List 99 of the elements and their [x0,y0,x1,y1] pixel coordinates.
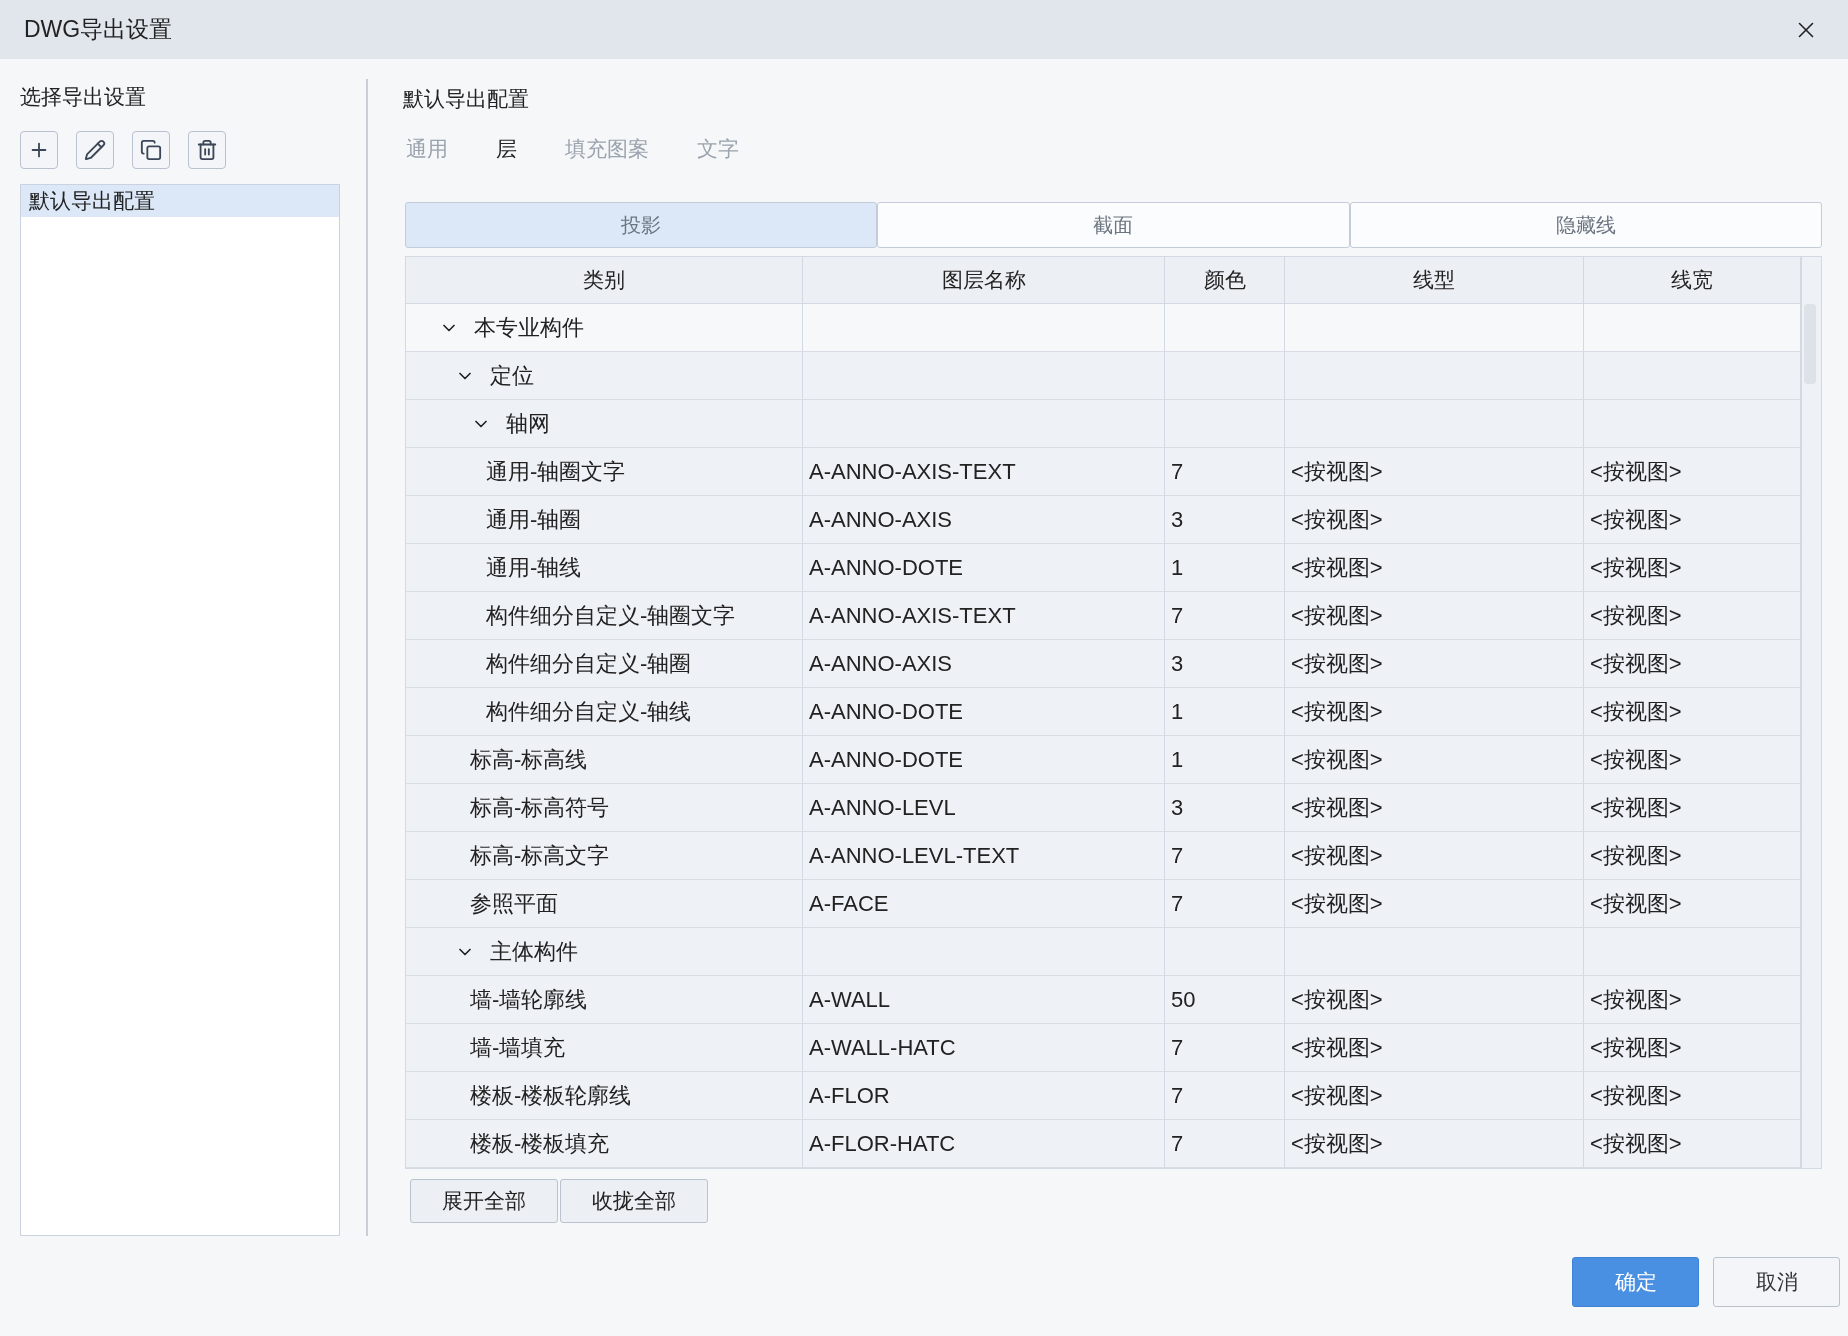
table-cell-text: <按视图> [1590,458,1682,486]
table-cell-text: <按视图> [1590,986,1682,1014]
column-header: 颜色 [1165,257,1285,303]
table-cell-text: 7 [1171,1034,1184,1062]
table-cell-text: 3 [1171,650,1184,678]
column-header: 类别 [406,257,803,303]
table-cell-text: 7 [1171,842,1184,870]
table-cell-text: A-WALL-HATC [809,1034,956,1062]
table-cell-text: 1 [1171,554,1184,582]
category-cell-text: 构件细分自定义-轴线 [486,698,692,726]
table-cell-text: A-ANNO-AXIS-TEXT [809,602,1016,630]
table-cell-text: A-FLOR-HATC [809,1130,956,1158]
table-cell-text: 7 [1171,1130,1184,1158]
table-cell-text: <按视图> [1590,1034,1682,1062]
category-cell-text: 标高-标高线 [470,746,588,774]
table-cell-text: 50 [1171,986,1196,1014]
table-cell-text: A-FLOR [809,1082,890,1110]
category-cell-text: 构件细分自定义-轴圈文字 [486,602,736,630]
table-cell-text: A-ANNO-AXIS [809,506,953,534]
toolbar-button[interactable] [132,130,170,169]
table-cell-text: <按视图> [1590,698,1682,726]
table-cell-text: A-WALL [809,986,891,1014]
table-cell-text: 3 [1171,506,1184,534]
category-cell-text: 构件细分自定义-轴圈 [486,650,692,678]
table-cell-text: A-ANNO-DOTE [809,554,963,582]
trash-icon [196,138,218,161]
table-cell-text: A-ANNO-AXIS [809,650,953,678]
tree-button[interactable]: 展开全部 [410,1179,558,1223]
table-cell-text: <按视图> [1590,506,1682,534]
category-cell-text: 本专业构件 [474,314,584,342]
window-title: DWG导出设置 [24,15,173,45]
cancel-button[interactable]: 取消 [1713,1257,1840,1307]
table-cell-text: <按视图> [1291,794,1383,822]
table-cell-text: <按视图> [1590,842,1682,870]
category-cell-text: 轴网 [506,410,550,438]
table-cell-text: 7 [1171,602,1184,630]
table-cell-text: <按视图> [1291,890,1383,918]
category-cell-text: 墙-墙填充 [470,1034,566,1062]
table-cell-text: 1 [1171,746,1184,774]
table-cell-text: <按视图> [1590,1130,1682,1158]
list-item[interactable]: 默认导出配置 [21,184,339,217]
table-cell-text: <按视图> [1291,554,1383,582]
table-cell-text: 1 [1171,698,1184,726]
toolbar-button[interactable] [76,130,114,169]
table-cell-text: <按视图> [1590,1082,1682,1110]
column-header: 图层名称 [803,257,1165,303]
toolbar-button[interactable] [20,130,58,169]
table-cell-text: <按视图> [1291,746,1383,774]
table-cell-text: <按视图> [1590,746,1682,774]
table-cell-text: <按视图> [1590,650,1682,678]
table-cell-text: <按视图> [1590,794,1682,822]
category-cell-text: 标高-标高符号 [470,794,610,822]
table-cell-text: <按视图> [1291,842,1383,870]
category-cell-text: 墙-墙轮廓线 [470,986,588,1014]
config-title: 默认导出配置 [403,86,530,112]
table-cell-text: <按视图> [1291,458,1383,486]
category-cell-text: 通用-轴圈文字 [486,458,626,486]
tab[interactable]: 通用 [406,132,448,164]
table-cell-text: A-ANNO-DOTE [809,698,963,726]
table-cell-text: <按视图> [1291,602,1383,630]
category-cell-text: 主体构件 [490,938,578,966]
category-cell-text: 楼板-楼板轮廓线 [470,1082,632,1110]
category-cell-text: 标高-标高文字 [470,842,610,870]
category-cell-text: 通用-轴圈 [486,506,582,534]
table-cell-text: 3 [1171,794,1184,822]
table-cell-text: <按视图> [1291,1130,1383,1158]
column-header: 线型 [1285,257,1584,303]
table-cell-text: A-ANNO-LEVL-TEXT [809,842,1020,870]
table-cell-text: 7 [1171,458,1184,486]
tree-button[interactable]: 收拢全部 [560,1179,708,1223]
tab[interactable]: 层 [496,132,517,164]
table-cell-text: <按视图> [1291,1034,1383,1062]
table-cell-text: <按视图> [1590,602,1682,630]
table-cell-text: <按视图> [1590,554,1682,582]
view-tab[interactable]: 隐藏线 [1349,202,1822,248]
ok-button[interactable]: 确定 [1572,1257,1699,1307]
category-cell-text: 定位 [490,362,534,390]
view-tab[interactable]: 截面 [877,202,1350,248]
table-cell-text: 7 [1171,1082,1184,1110]
table-cell-text: A-FACE [809,890,889,918]
table-cell-text: <按视图> [1291,1082,1383,1110]
tab[interactable]: 填充图案 [565,132,649,164]
sidebar-heading: 选择导出设置 [20,84,147,110]
table-cell-text: A-ANNO-AXIS-TEXT [809,458,1016,486]
table-cell-text: <按视图> [1291,506,1383,534]
table-cell-text: <按视图> [1590,890,1682,918]
table-cell-text: <按视图> [1291,650,1383,678]
copy-icon [140,138,162,161]
view-tab[interactable]: 投影 [405,202,878,248]
table-cell-text: <按视图> [1291,698,1383,726]
table-cell-text: A-ANNO-LEVL [809,794,956,822]
table-cell-text: <按视图> [1291,986,1383,1014]
table-cell-text: A-ANNO-DOTE [809,746,963,774]
category-cell-text: 楼板-楼板填充 [470,1130,610,1158]
category-cell-text: 通用-轴线 [486,554,582,582]
toolbar-button[interactable] [188,130,226,169]
pencil-icon [84,138,106,161]
table-cell-text: 7 [1171,890,1184,918]
category-cell-text: 参照平面 [470,890,558,918]
